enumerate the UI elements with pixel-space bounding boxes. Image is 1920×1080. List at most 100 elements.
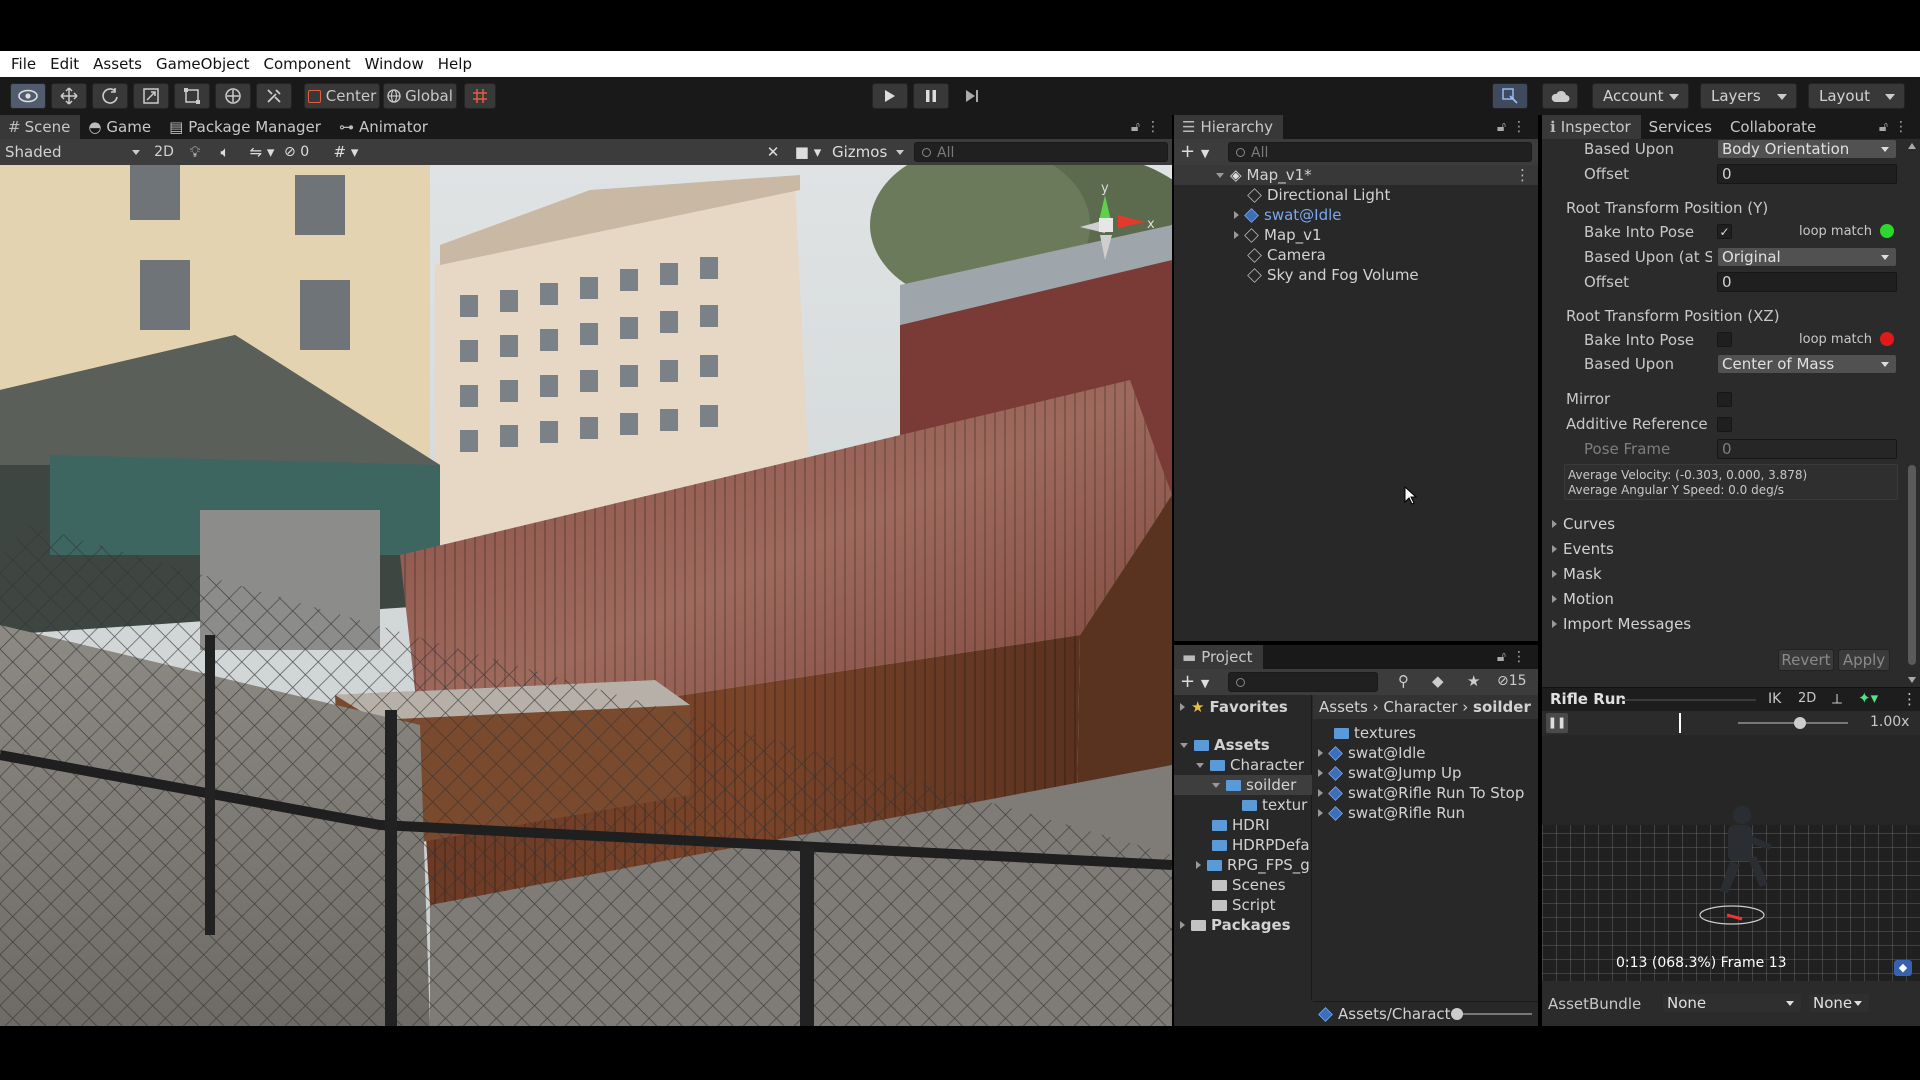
more-options-icon[interactable]: ⋮ (1512, 119, 1532, 135)
expand-arrow-icon[interactable] (1318, 809, 1323, 817)
tree-character[interactable]: Character (1196, 755, 1304, 775)
icon-size-slider-thumb[interactable] (1451, 1008, 1463, 1020)
expand-arrow-icon[interactable] (1318, 789, 1323, 797)
foldout-import-messages[interactable]: Import Messages (1552, 614, 1691, 634)
asset-swat-jump-up[interactable]: swat@Jump Up (1318, 763, 1462, 783)
lighting-toggle[interactable]: 💡︎ (180, 143, 210, 161)
cloud-button[interactable] (1542, 83, 1578, 109)
search-by-label-icon[interactable]: ◆ (1432, 672, 1444, 690)
tools-toggle[interactable]: ✕ (758, 143, 788, 161)
more-options-icon[interactable]: ⋮ (1146, 119, 1166, 135)
expand-arrow-icon[interactable] (1212, 783, 1220, 788)
speed-slider-thumb[interactable] (1794, 717, 1806, 729)
account-dropdown[interactable]: Account (1592, 83, 1689, 109)
speed-slider-track[interactable] (1738, 722, 1848, 724)
tab-hierarchy[interactable]: ☰ Hierarchy (1174, 115, 1283, 139)
tab-inspector[interactable]: ℹ Inspector (1542, 115, 1641, 139)
lock-icon[interactable]: 🔓︎ (1131, 119, 1146, 135)
more-options-icon[interactable]: ⋮ (1894, 119, 1914, 135)
create-asset-button[interactable]: + ▼ (1180, 671, 1209, 692)
play-button[interactable] (872, 83, 908, 109)
expand-arrow-icon[interactable] (1318, 769, 1323, 777)
preview-drag-handle[interactable] (1622, 699, 1756, 701)
rect-tool-button[interactable] (174, 83, 210, 109)
search-by-type-icon[interactable]: ⚲ (1398, 672, 1409, 690)
step-button[interactable] (954, 83, 990, 109)
lock-icon[interactable]: 🔓︎ (1879, 119, 1894, 135)
tab-animator[interactable]: ⊶ Animator (331, 115, 438, 139)
additive-reference-checkbox[interactable] (1717, 417, 1732, 432)
hidden-objects-toggle[interactable]: ⊘ 0 (284, 144, 324, 160)
custom-tool-button[interactable] (256, 83, 292, 109)
asset-label-tag-icon[interactable]: ◆ (1894, 960, 1912, 976)
foldout-events[interactable]: Events (1552, 539, 1614, 559)
foldout-mask[interactable]: Mask (1552, 564, 1602, 584)
rotate-tool-button[interactable] (92, 83, 128, 109)
asset-textures[interactable]: textures (1334, 723, 1416, 743)
offset-y-field[interactable]: 0 (1717, 272, 1897, 292)
scroll-up-icon[interactable] (1908, 143, 1916, 149)
hierarchy-item-directional-light[interactable]: Directional Light (1247, 185, 1390, 205)
preview-pause-button[interactable]: ❚❚ (1546, 713, 1568, 733)
tab-collaborate[interactable]: Collaborate (1722, 115, 1826, 139)
tree-scenes[interactable]: Scenes (1212, 875, 1286, 895)
camera-toggle[interactable]: ■ ▾ (788, 143, 828, 161)
preview-ik-toggle[interactable]: IK (1768, 691, 1781, 707)
tab-game[interactable]: ◓ Game (80, 115, 161, 139)
hierarchy-item-swat-idle[interactable]: swat@Idle (1234, 205, 1342, 225)
hierarchy-item-camera[interactable]: Camera (1247, 245, 1326, 265)
tab-services[interactable]: Services (1641, 115, 1722, 139)
menu-edit[interactable]: Edit (43, 51, 86, 77)
expand-arrow-icon[interactable] (1180, 921, 1185, 929)
scene-root-row[interactable]: ◈ Map_v1* ⋮ (1174, 165, 1538, 185)
menu-window[interactable]: Window (358, 51, 431, 77)
asset-swat-rifle-run-to-stop[interactable]: swat@Rifle Run To Stop (1318, 783, 1524, 803)
tab-scene[interactable]: # Scene (0, 115, 81, 139)
tree-textures[interactable]: textur (1242, 795, 1307, 815)
assetbundle-name-dropdown[interactable]: None (1662, 993, 1802, 1013)
pivot-toggle-icon[interactable]: ⟂ (1832, 690, 1842, 708)
asset-swat-idle[interactable]: swat@Idle (1318, 743, 1426, 763)
apply-button[interactable]: Apply (1838, 649, 1890, 671)
expand-arrow-icon[interactable] (1318, 749, 1323, 757)
scene-search-input[interactable]: All (914, 142, 1168, 162)
preview-2d-toggle[interactable]: 2D (1798, 691, 1816, 706)
expand-arrow-icon[interactable] (1196, 763, 1204, 768)
move-tool-button[interactable] (51, 83, 87, 109)
tab-project[interactable]: ▬ Project (1174, 645, 1263, 669)
scale-tool-button[interactable] (133, 83, 169, 109)
menu-file[interactable]: File (4, 51, 43, 77)
expand-arrow-icon[interactable] (1180, 703, 1185, 711)
search-scene-button[interactable] (1492, 83, 1528, 109)
expand-arrow-icon[interactable] (1234, 211, 1239, 219)
based-upon-start-dropdown[interactable]: Original (1717, 247, 1897, 267)
tree-soilder[interactable]: soilder (1174, 775, 1312, 795)
bake-into-pose-y-checkbox[interactable]: ✓ (1717, 224, 1732, 239)
pause-button[interactable] (913, 83, 949, 109)
expand-arrow-icon[interactable] (1196, 861, 1201, 869)
add-object-button[interactable]: + ▼ (1180, 141, 1209, 162)
transform-tool-button[interactable] (215, 83, 251, 109)
scrollbar-thumb[interactable] (1908, 465, 1916, 665)
timeline-scrubber[interactable] (1679, 713, 1681, 733)
asset-swat-rifle-run[interactable]: swat@Rifle Run (1318, 803, 1465, 823)
gizmos-dropdown[interactable]: Gizmos (828, 143, 912, 161)
layers-dropdown[interactable]: Layers (1700, 83, 1797, 109)
expand-arrow-icon[interactable] (1180, 743, 1188, 748)
hierarchy-search-input[interactable]: All (1228, 142, 1532, 162)
grid-snap-button[interactable] (464, 83, 496, 109)
more-options-icon[interactable]: ⋮ (1512, 649, 1532, 665)
menu-help[interactable]: Help (431, 51, 479, 77)
lock-icon[interactable]: 🔓︎ (1497, 119, 1512, 135)
scene-options-icon[interactable]: ⋮ (1515, 165, 1530, 185)
layout-dropdown[interactable]: Layout (1808, 83, 1905, 109)
pivot-mode-button[interactable]: Center (304, 83, 380, 109)
scroll-down-icon[interactable] (1908, 677, 1916, 683)
mirror-checkbox[interactable] (1717, 392, 1732, 407)
scene-viewport[interactable]: y x (0, 165, 1172, 1026)
assetbundle-variant-dropdown[interactable]: None (1808, 993, 1870, 1013)
menu-gameobject[interactable]: GameObject (149, 51, 257, 77)
breadcrumb-soilder[interactable]: soilder (1473, 698, 1531, 716)
tree-script[interactable]: Script (1212, 895, 1276, 915)
expand-arrow-icon[interactable] (1234, 231, 1239, 239)
